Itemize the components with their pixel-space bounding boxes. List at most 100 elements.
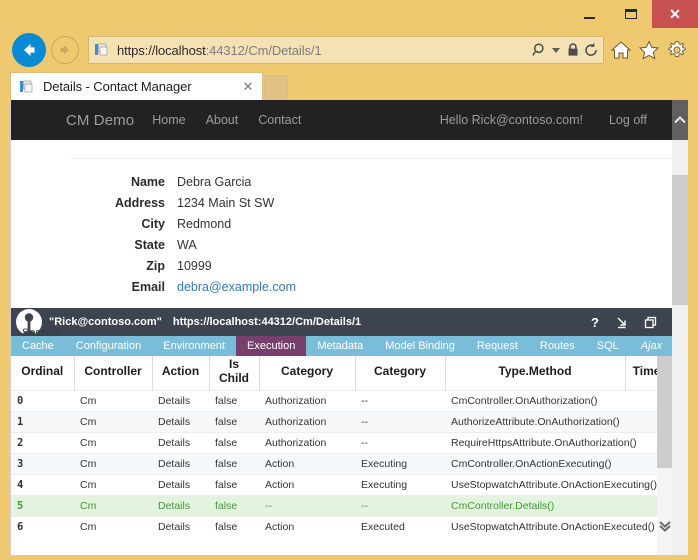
glimpse-scrollbar[interactable]	[657, 356, 673, 555]
glimpse-scrollbar-thumb[interactable]	[657, 356, 673, 468]
help-icon[interactable]: ?	[591, 315, 599, 330]
table-row[interactable]: 1 Cm Details false Authorization -- Auth…	[11, 411, 673, 433]
glimpse-tab-sql[interactable]: SQL	[586, 336, 630, 356]
browser-toolbar: https://localhost:44312/Cm/Details/1	[0, 28, 698, 72]
cell-controller: Cm	[74, 411, 152, 433]
execution-table-header-row: Ordinal Controller Action Is Child Categ…	[11, 356, 673, 391]
glimpse-tab-environment[interactable]: Environment	[152, 336, 236, 356]
page-scrollbar-track[interactable]	[672, 305, 688, 555]
cell-category-2: Executing	[355, 453, 445, 475]
close-button[interactable]: ✕	[652, 0, 698, 28]
site-brand[interactable]: CM Demo	[66, 112, 134, 129]
email-link[interactable]: debra@example.com	[177, 280, 296, 294]
lock-icon	[566, 42, 580, 58]
execution-table-body: 0 Cm Details false Authorization -- CmCo…	[11, 390, 673, 537]
chevron-down-icon[interactable]	[552, 47, 560, 53]
page-scrollbar[interactable]	[672, 100, 688, 555]
cell-category-2: Executed	[355, 516, 445, 537]
forward-button[interactable]	[51, 36, 79, 64]
col-action[interactable]: Action	[152, 356, 210, 391]
glimpse-tab-ajax[interactable]: Ajax	[630, 336, 673, 356]
nav-link-home[interactable]: Home	[152, 113, 185, 127]
cell-type-method: CmController.OnActionExecuting()	[445, 453, 625, 475]
field-label-zip: Zip	[146, 259, 165, 273]
search-icon[interactable]	[532, 42, 548, 58]
cell-ordinal: 3	[11, 453, 74, 475]
cell-category-2: --	[355, 495, 445, 517]
col-type-method[interactable]: Type.Method	[445, 356, 626, 391]
glimpse-tab-execution[interactable]: Execution	[236, 336, 307, 356]
field-label-city: City	[141, 217, 165, 231]
favorites-star-icon[interactable]	[638, 40, 660, 60]
back-button[interactable]	[12, 33, 46, 67]
glimpse-tab-routes[interactable]: Routes	[529, 336, 586, 356]
cell-action: Details	[152, 516, 209, 537]
page-scroll-up-icon[interactable]	[672, 100, 688, 140]
tab-title: Details - Contact Manager	[43, 79, 192, 94]
maximize-button[interactable]	[610, 0, 652, 28]
cell-is-child: false	[209, 390, 259, 412]
refresh-icon[interactable]	[583, 42, 599, 58]
table-row[interactable]: 6 Cm Details false Action Executed UseSt…	[11, 516, 673, 537]
field-label-state: State	[134, 238, 165, 252]
cell-is-child: false	[209, 474, 259, 496]
table-row[interactable]: 2 Cm Details false Authorization -- Requ…	[11, 432, 673, 454]
minimize-button[interactable]	[568, 0, 610, 28]
nav-link-about[interactable]: About	[206, 113, 239, 127]
col-category-1[interactable]: Category	[259, 356, 356, 391]
field-value-address: 1234 Main St SW	[177, 196, 275, 210]
col-ordinal[interactable]: Ordinal	[11, 356, 75, 391]
col-controller[interactable]: Controller	[74, 356, 153, 391]
cell-action: Details	[152, 495, 209, 517]
glimpse-url: https://localhost:44312/Cm/Details/1	[172, 316, 362, 328]
glimpse-tab-model-binding[interactable]: Model Binding	[374, 336, 466, 356]
home-icon[interactable]	[610, 40, 632, 60]
window-bottom-edge	[0, 555, 698, 560]
new-tab-button[interactable]	[264, 75, 288, 100]
glimpse-tab-configuration[interactable]: Configuration	[65, 336, 152, 356]
cell-category-1: Action	[259, 516, 355, 537]
table-row[interactable]: 0 Cm Details false Authorization -- CmCo…	[11, 390, 673, 412]
cell-ordinal: 1	[11, 411, 74, 433]
restore-window-icon[interactable]	[644, 316, 657, 329]
content-divider	[71, 158, 679, 159]
glimpse-tab-metadata[interactable]: Metadata	[306, 336, 374, 356]
log-off-link[interactable]: Log off	[609, 113, 647, 127]
execution-table: Ordinal Controller Action Is Child Categ…	[11, 356, 673, 537]
page-favicon-icon	[94, 42, 110, 58]
table-row[interactable]: 5 Cm Details false -- -- CmController.De…	[11, 495, 673, 517]
field-label-address: Address	[114, 196, 165, 210]
minimize-icon[interactable]	[615, 316, 628, 329]
cell-category-1: Authorization	[259, 411, 355, 433]
col-is-child[interactable]: Is Child	[209, 356, 260, 391]
cell-ordinal: 6	[11, 516, 74, 537]
close-icon: ✕	[669, 6, 681, 22]
execution-table-head: Ordinal Controller Action Is Child Categ…	[11, 356, 673, 391]
browser-tab-details-contact-manager[interactable]: Details - Contact Manager ✕	[10, 72, 263, 100]
title-bar: ✕	[0, 0, 698, 28]
cell-controller: Cm	[74, 390, 152, 412]
cell-action: Details	[152, 453, 209, 475]
col-category-2[interactable]: Category	[355, 356, 446, 391]
glimpse-tab-request[interactable]: Request	[466, 336, 529, 356]
cell-type-method: UseStopwatchAttribute.OnActionExecuting(…	[445, 474, 657, 496]
address-bar[interactable]: https://localhost:44312/Cm/Details/1	[88, 36, 604, 64]
cell-controller: Cm	[74, 495, 152, 517]
glimpse-tab-cache[interactable]: Cache	[11, 336, 65, 356]
forward-arrow-icon	[60, 45, 69, 55]
table-row[interactable]: 4 Cm Details false Action Executing UseS…	[11, 474, 673, 496]
cell-controller: Cm	[74, 516, 152, 537]
page-scrollbar-thumb[interactable]	[672, 175, 688, 305]
cell-type-method: CmController.Details()	[445, 495, 625, 517]
user-greeting[interactable]: Hello Rick@contoso.com!	[440, 113, 583, 127]
table-row[interactable]: 3 Cm Details false Action Executing CmCo…	[11, 453, 673, 475]
cell-action: Details	[152, 411, 209, 433]
settings-gear-icon[interactable]	[666, 40, 688, 60]
glimpse-scroll-down-icon[interactable]	[657, 515, 673, 535]
cell-is-child: false	[209, 495, 259, 517]
tab-close-icon[interactable]: ✕	[240, 79, 256, 95]
cell-category-2: --	[355, 390, 445, 412]
nav-link-contact[interactable]: Contact	[258, 113, 301, 127]
cell-ordinal: 0	[11, 390, 74, 412]
back-arrow-icon	[24, 44, 35, 56]
